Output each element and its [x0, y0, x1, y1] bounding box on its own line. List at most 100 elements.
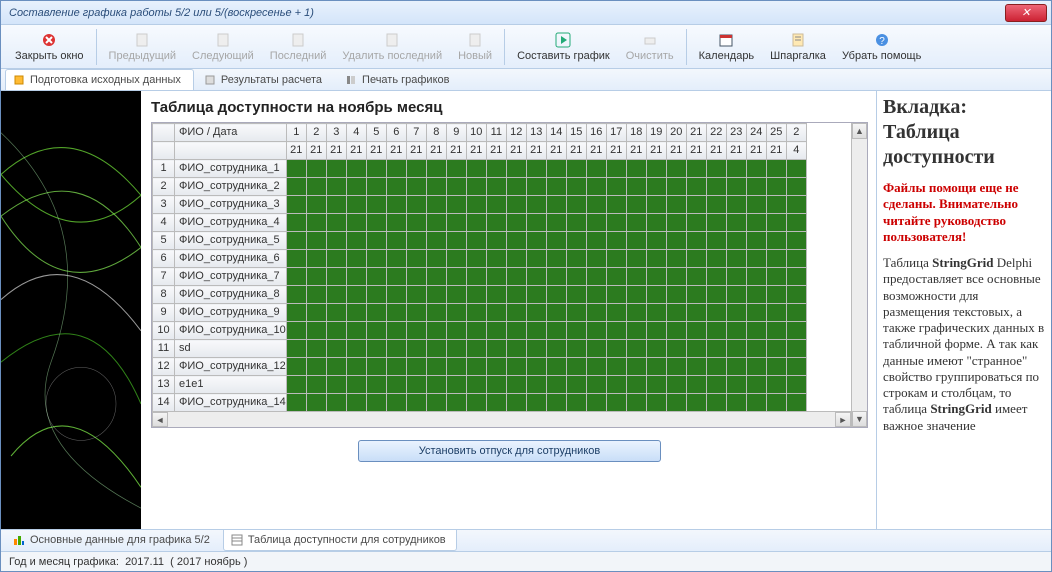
- row-name[interactable]: ФИО_сотрудника_3: [175, 196, 287, 214]
- availability-cell[interactable]: [466, 232, 486, 250]
- availability-cell[interactable]: [386, 394, 406, 412]
- availability-cell[interactable]: [506, 322, 526, 340]
- availability-cell[interactable]: [706, 358, 726, 376]
- availability-cell[interactable]: [706, 394, 726, 412]
- availability-cell[interactable]: [626, 196, 646, 214]
- availability-cell[interactable]: [366, 232, 386, 250]
- availability-cell[interactable]: [766, 304, 786, 322]
- availability-cell[interactable]: [486, 268, 506, 286]
- hide-help-button[interactable]: ? Убрать помощь: [834, 30, 929, 64]
- availability-cell[interactable]: [506, 196, 526, 214]
- table-row[interactable]: 2ФИО_сотрудника_2: [153, 178, 807, 196]
- availability-cell[interactable]: [406, 322, 426, 340]
- availability-cell[interactable]: [386, 214, 406, 232]
- availability-cell[interactable]: [546, 322, 566, 340]
- availability-cell[interactable]: [286, 268, 306, 286]
- availability-cell[interactable]: [386, 304, 406, 322]
- availability-cell[interactable]: [306, 376, 326, 394]
- availability-cell[interactable]: [286, 394, 306, 412]
- availability-cell[interactable]: [366, 268, 386, 286]
- calendar-button[interactable]: Календарь: [691, 30, 763, 64]
- availability-cell[interactable]: [666, 340, 686, 358]
- availability-cell[interactable]: [326, 268, 346, 286]
- availability-cell[interactable]: [346, 178, 366, 196]
- row-name[interactable]: ФИО_сотрудника_2: [175, 178, 287, 196]
- availability-cell[interactable]: [326, 250, 346, 268]
- availability-cell[interactable]: [406, 340, 426, 358]
- availability-cell[interactable]: [606, 160, 626, 178]
- availability-cell[interactable]: [646, 304, 666, 322]
- availability-cell[interactable]: [726, 250, 746, 268]
- availability-cell[interactable]: [606, 214, 626, 232]
- table-row[interactable]: 3ФИО_сотрудника_3: [153, 196, 807, 214]
- availability-cell[interactable]: [386, 196, 406, 214]
- availability-cell[interactable]: [406, 286, 426, 304]
- availability-cell[interactable]: [406, 250, 426, 268]
- availability-cell[interactable]: [306, 232, 326, 250]
- availability-cell[interactable]: [626, 214, 646, 232]
- new-button[interactable]: Новый: [450, 30, 500, 64]
- availability-cell[interactable]: [766, 376, 786, 394]
- availability-cell[interactable]: [306, 160, 326, 178]
- availability-cell[interactable]: [506, 358, 526, 376]
- availability-cell[interactable]: [366, 160, 386, 178]
- grid-vertical-scrollbar[interactable]: ▲ ▼: [851, 123, 867, 427]
- availability-cell[interactable]: [286, 232, 306, 250]
- availability-cell[interactable]: [786, 178, 806, 196]
- availability-cell[interactable]: [626, 250, 646, 268]
- availability-cell[interactable]: [486, 178, 506, 196]
- availability-cell[interactable]: [726, 376, 746, 394]
- scroll-right-button[interactable]: ►: [835, 412, 851, 427]
- availability-cell[interactable]: [506, 340, 526, 358]
- availability-cell[interactable]: [466, 196, 486, 214]
- availability-cell[interactable]: [786, 340, 806, 358]
- availability-cell[interactable]: [346, 196, 366, 214]
- availability-cell[interactable]: [526, 394, 546, 412]
- availability-cell[interactable]: [786, 232, 806, 250]
- availability-cell[interactable]: [466, 376, 486, 394]
- availability-cell[interactable]: [446, 304, 466, 322]
- availability-cell[interactable]: [546, 304, 566, 322]
- availability-cell[interactable]: [506, 376, 526, 394]
- availability-cell[interactable]: [466, 160, 486, 178]
- availability-cell[interactable]: [606, 340, 626, 358]
- availability-cell[interactable]: [646, 268, 666, 286]
- availability-cell[interactable]: [346, 322, 366, 340]
- availability-cell[interactable]: [746, 160, 766, 178]
- availability-cell[interactable]: [746, 322, 766, 340]
- availability-cell[interactable]: [306, 286, 326, 304]
- availability-cell[interactable]: [506, 250, 526, 268]
- availability-cell[interactable]: [546, 178, 566, 196]
- availability-cell[interactable]: [386, 232, 406, 250]
- availability-cell[interactable]: [546, 286, 566, 304]
- availability-cell[interactable]: [566, 160, 586, 178]
- availability-cell[interactable]: [766, 394, 786, 412]
- scroll-down-button[interactable]: ▼: [852, 411, 867, 427]
- availability-cell[interactable]: [366, 214, 386, 232]
- availability-cell[interactable]: [726, 340, 746, 358]
- availability-cell[interactable]: [626, 322, 646, 340]
- delete-last-button[interactable]: Удалить последний: [334, 30, 450, 64]
- availability-cell[interactable]: [546, 376, 566, 394]
- availability-cell[interactable]: [706, 376, 726, 394]
- availability-cell[interactable]: [506, 232, 526, 250]
- table-row[interactable]: 13e1e1: [153, 376, 807, 394]
- availability-cell[interactable]: [346, 394, 366, 412]
- availability-cell[interactable]: [446, 250, 466, 268]
- availability-cell[interactable]: [406, 232, 426, 250]
- availability-cell[interactable]: [506, 160, 526, 178]
- scroll-left-button[interactable]: ◄: [152, 412, 168, 427]
- availability-cell[interactable]: [666, 394, 686, 412]
- availability-cell[interactable]: [586, 286, 606, 304]
- availability-cell[interactable]: [466, 214, 486, 232]
- availability-cell[interactable]: [566, 250, 586, 268]
- availability-cell[interactable]: [426, 214, 446, 232]
- availability-cell[interactable]: [386, 178, 406, 196]
- availability-cell[interactable]: [766, 178, 786, 196]
- availability-cell[interactable]: [286, 340, 306, 358]
- availability-cell[interactable]: [526, 178, 546, 196]
- cheatsheet-button[interactable]: Шпаргалка: [762, 30, 834, 64]
- availability-cell[interactable]: [586, 178, 606, 196]
- availability-cell[interactable]: [366, 340, 386, 358]
- availability-cell[interactable]: [506, 214, 526, 232]
